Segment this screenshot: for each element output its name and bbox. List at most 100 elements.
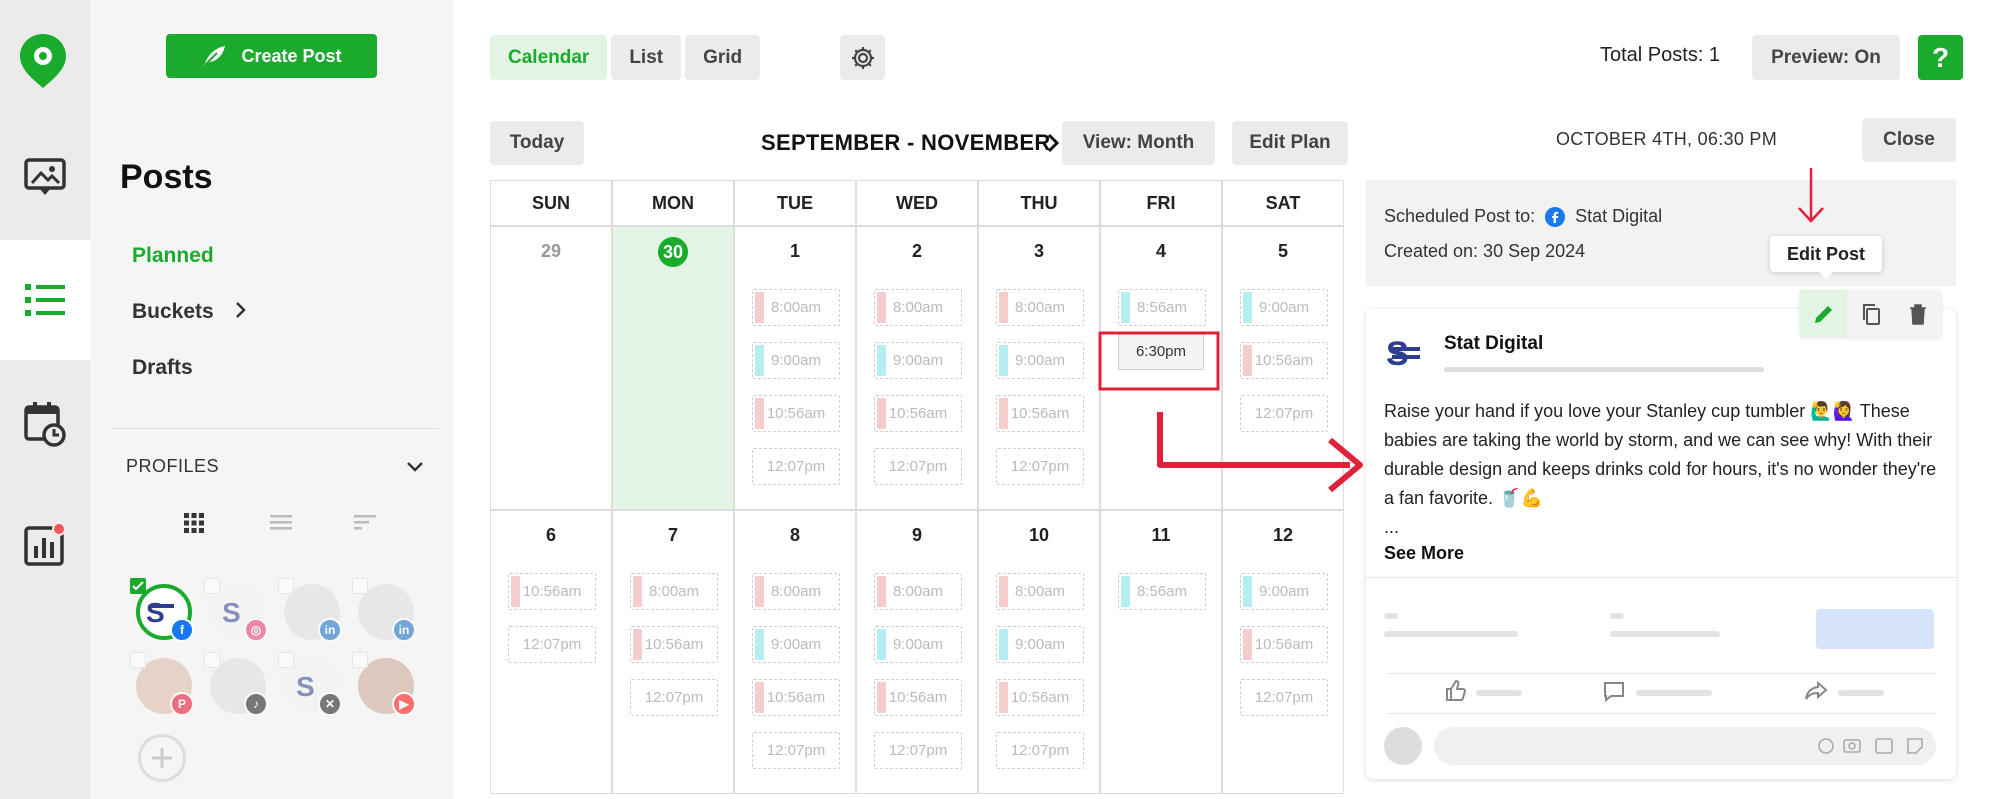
profile-checkbox[interactable]	[130, 652, 146, 668]
list-view-icon[interactable]	[269, 512, 293, 534]
time-slot[interactable]: 9:00am	[996, 626, 1084, 663]
sort-view-icon[interactable]	[353, 512, 377, 534]
time-slot[interactable]: 12:07pm	[1240, 679, 1328, 716]
chevron-down-icon[interactable]	[406, 460, 424, 474]
time-slot[interactable]: 9:00am	[1240, 573, 1328, 610]
help-button[interactable]: ?	[1918, 35, 1963, 80]
day-cell[interactable]: 2 8:00am 9:00am 10:56am 12:07pm	[856, 226, 978, 510]
day-cell[interactable]: 11 8:56am	[1100, 510, 1222, 794]
day-cell[interactable]: 10 8:00am 9:00am 10:56am 12:07pm	[978, 510, 1100, 794]
profile-checkbox[interactable]	[278, 652, 294, 668]
today-button[interactable]: Today	[490, 121, 584, 165]
profile-youtube[interactable]: ▶	[352, 652, 416, 716]
time-slot[interactable]: 9:00am	[874, 626, 962, 663]
time-slot[interactable]: 10:56am	[996, 395, 1084, 432]
delete-post-button[interactable]	[1894, 290, 1941, 337]
see-more-link[interactable]: See More	[1384, 543, 1464, 564]
slot-time: 12:07pm	[522, 636, 582, 653]
rail-analytics[interactable]	[0, 486, 90, 606]
time-slot[interactable]: 8:00am	[752, 289, 840, 326]
profile-checkbox[interactable]	[204, 652, 220, 668]
close-button[interactable]: Close	[1862, 118, 1956, 162]
time-slot[interactable]: 9:00am	[1240, 289, 1328, 326]
profile-linkedin-2[interactable]: in	[352, 578, 416, 642]
tab-list[interactable]: List	[611, 35, 682, 80]
profile-facebook-stat-digital[interactable]: S f	[130, 578, 194, 642]
profile-tiktok[interactable]: ♪	[204, 652, 268, 716]
day-cell[interactable]: 9 8:00am 9:00am 10:56am 12:07pm	[856, 510, 978, 794]
weekday-mon: MON	[612, 180, 734, 226]
day-cell[interactable]: 7 8:00am 10:56am 12:07pm	[612, 510, 734, 794]
time-slot[interactable]: 10:56am	[874, 679, 962, 716]
time-slot[interactable]: 8:00am	[752, 573, 840, 610]
profile-checkbox[interactable]	[352, 578, 368, 594]
edit-post-button[interactable]	[1800, 290, 1847, 337]
time-slot[interactable]: 8:56am	[1118, 289, 1206, 326]
time-slot[interactable]: 12:07pm	[630, 679, 718, 716]
profile-checkbox[interactable]	[130, 578, 146, 594]
day-cell[interactable]: 6 10:56am 12:07pm	[490, 510, 612, 794]
profile-checkbox[interactable]	[204, 578, 220, 594]
settings-button[interactable]	[840, 35, 885, 80]
next-range-icon[interactable]	[1046, 132, 1060, 154]
time-slot[interactable]: 8:00am	[874, 289, 962, 326]
time-slot[interactable]: 10:56am	[1240, 626, 1328, 663]
preview-toggle-button[interactable]: Preview: On	[1752, 35, 1900, 80]
time-slot[interactable]: 12:07pm	[752, 732, 840, 769]
rail-posts[interactable]	[0, 240, 90, 360]
time-slot[interactable]: 12:07pm	[508, 626, 596, 663]
profile-pinterest[interactable]: P	[130, 652, 194, 716]
day-cell[interactable]: 8 8:00am 9:00am 10:56am 12:07pm	[734, 510, 856, 794]
profile-linkedin-1[interactable]: in	[278, 578, 342, 642]
time-slot[interactable]: 10:56am	[874, 395, 962, 432]
day-cell[interactable]: 4 8:56am 6:30pm	[1100, 226, 1222, 510]
grid-view-icon[interactable]	[183, 512, 205, 534]
nav-drafts[interactable]: Drafts	[132, 356, 193, 380]
profile-x[interactable]: S ✕	[278, 652, 342, 716]
comment-input[interactable]	[1434, 727, 1936, 765]
add-profile-button[interactable]	[138, 734, 186, 782]
nav-planned[interactable]: Planned	[132, 244, 214, 268]
time-slot[interactable]: 12:07pm	[1240, 395, 1328, 432]
day-cell[interactable]: 3 8:00am 9:00am 10:56am 12:07pm	[978, 226, 1100, 510]
time-slot[interactable]: 10:56am	[752, 395, 840, 432]
edit-plan-button[interactable]: Edit Plan	[1232, 121, 1348, 165]
day-cell[interactable]: 5 9:00am 10:56am 12:07pm	[1222, 226, 1344, 510]
time-slot[interactable]: 12:07pm	[996, 732, 1084, 769]
scheduled-post-slot[interactable]: 6:30pm	[1118, 333, 1204, 370]
time-slot[interactable]: 12:07pm	[874, 732, 962, 769]
tab-grid[interactable]: Grid	[685, 35, 761, 80]
time-slot[interactable]: 12:07pm	[874, 448, 962, 485]
day-cell[interactable]: 30	[612, 226, 734, 510]
time-slot[interactable]: 12:07pm	[752, 448, 840, 485]
time-slot[interactable]: 10:56am	[1240, 342, 1328, 379]
profile-instagram[interactable]: S ◎	[204, 578, 268, 642]
duplicate-post-button[interactable]	[1847, 290, 1894, 337]
rail-scheduler[interactable]	[0, 364, 90, 484]
time-slot[interactable]: 8:00am	[874, 573, 962, 610]
profile-checkbox[interactable]	[352, 652, 368, 668]
time-slot[interactable]: 9:00am	[752, 342, 840, 379]
time-slot[interactable]: 9:00am	[752, 626, 840, 663]
time-slot[interactable]: 10:56am	[508, 573, 596, 610]
app-logo[interactable]	[17, 32, 69, 95]
time-slot[interactable]: 8:00am	[996, 573, 1084, 610]
tab-calendar[interactable]: Calendar	[490, 35, 608, 80]
view-month-button[interactable]: View: Month	[1062, 121, 1215, 165]
rail-media-library[interactable]	[0, 118, 90, 238]
day-cell[interactable]: 29	[490, 226, 612, 510]
time-slot[interactable]: 9:00am	[996, 342, 1084, 379]
time-slot[interactable]: 8:00am	[996, 289, 1084, 326]
time-slot[interactable]: 8:56am	[1118, 573, 1206, 610]
time-slot[interactable]: 9:00am	[874, 342, 962, 379]
time-slot[interactable]: 10:56am	[996, 679, 1084, 716]
profile-checkbox[interactable]	[278, 578, 294, 594]
create-post-button[interactable]: Create Post	[166, 34, 377, 78]
nav-buckets[interactable]: Buckets	[132, 300, 248, 324]
time-slot[interactable]: 10:56am	[630, 626, 718, 663]
time-slot[interactable]: 8:00am	[630, 573, 718, 610]
day-cell[interactable]: 12 9:00am 10:56am 12:07pm	[1222, 510, 1344, 794]
time-slot[interactable]: 12:07pm	[996, 448, 1084, 485]
time-slot[interactable]: 10:56am	[752, 679, 840, 716]
day-cell[interactable]: 1 8:00am 9:00am 10:56am 12:07pm	[734, 226, 856, 510]
